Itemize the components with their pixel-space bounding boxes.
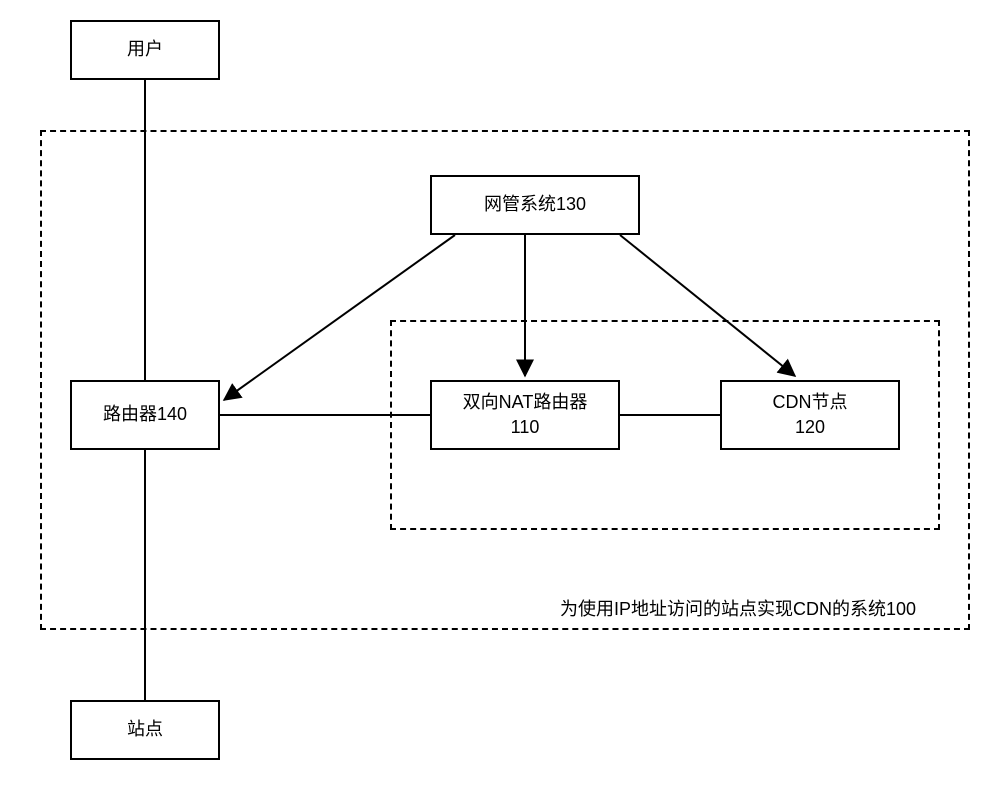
site-node: 站点 (70, 700, 220, 760)
cdn-node-label-2: 120 (795, 415, 825, 440)
router-label: 路由器140 (103, 402, 187, 427)
router-node: 路由器140 (70, 380, 220, 450)
nms-label: 网管系统130 (484, 192, 586, 217)
cdn-node-label-1: CDN节点 (773, 390, 848, 415)
user-label: 用户 (127, 37, 163, 62)
nat-router-label-1: 双向NAT路由器 (463, 390, 588, 415)
cdn-node: CDN节点 120 (720, 380, 900, 450)
nms-node: 网管系统130 (430, 175, 640, 235)
nat-router-label-2: 110 (511, 415, 540, 440)
nat-router-node: 双向NAT路由器 110 (430, 380, 620, 450)
system-label: 为使用IP地址访问的站点实现CDN的系统100 (560, 595, 916, 621)
site-label: 站点 (127, 717, 163, 742)
user-node: 用户 (70, 20, 220, 80)
